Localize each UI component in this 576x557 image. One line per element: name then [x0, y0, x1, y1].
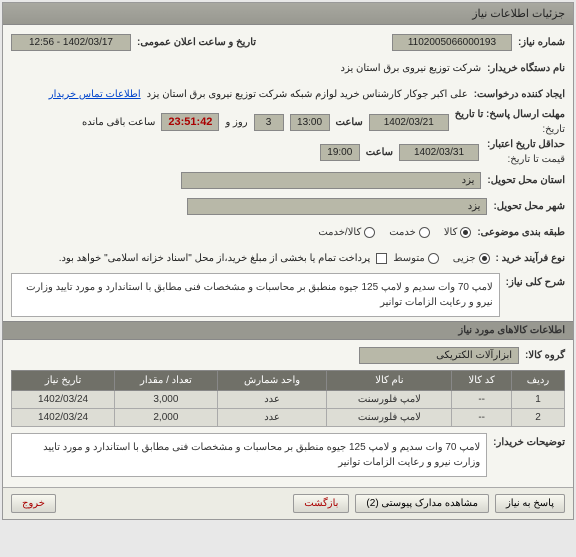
deliver-city-label: شهر محل تحویل: [493, 201, 565, 212]
table-cell: عدد [217, 409, 327, 427]
table-cell: 1 [511, 391, 564, 409]
table-header-row: ردیفکد کالانام کالاواحد شمارشتعداد / مقد… [12, 371, 565, 391]
content-area: شماره نیاز: 1102005066000193 تاریخ و ساع… [3, 25, 573, 487]
payment-checkbox[interactable] [376, 253, 387, 264]
radio-label: متوسط [393, 253, 424, 264]
row-process: نوع فرآیند خرید : جزیی متوسط پرداخت تمام … [11, 247, 565, 269]
deadline-time: 13:00 [290, 114, 330, 131]
deadline-sub-label: مهلت ارسال پاسخ: تا تاریخ [455, 109, 565, 120]
price-valid-top: حداقل تاریخ اعتبار: [485, 139, 565, 150]
table-cell: 1402/03/24 [12, 391, 115, 409]
footer-buttons: پاسخ به نیاز مشاهده مدارک پیوستی (2) باز… [3, 487, 573, 519]
row-deadline: مهلت ارسال پاسخ: تا تاریخ تاریخ: 1402/03… [11, 109, 565, 135]
price-valid-label: قیمت تا تاریخ: [485, 154, 565, 165]
summary-text: لامپ 70 وات سدیم و لامپ 125 جیوه منطبق ب… [11, 273, 500, 317]
creator-label: ایجاد کننده درخواست: [474, 89, 565, 100]
buyer-org-value: شرکت توزیع نیروی برق استان یزد [340, 63, 481, 74]
need-details-window: جزئیات اطلاعات نیاز شماره نیاز: 11020050… [2, 2, 574, 520]
row-need-number: شماره نیاز: 1102005066000193 تاریخ و ساع… [11, 31, 565, 53]
table-cell: 2,000 [115, 409, 217, 427]
table-cell: لامپ فلورسنت [327, 391, 452, 409]
deliver-province-label: استان محل تحویل: [487, 175, 565, 186]
process-option-0[interactable]: جزیی [453, 253, 490, 264]
need-number-label: شماره نیاز: [518, 37, 565, 48]
need-kind-label: طبقه بندی موضوعی: [477, 227, 565, 238]
table-row[interactable]: 1--لامپ فلورسنتعدد3,0001402/03/24 [12, 391, 565, 409]
summary-label: شرح کلی نیاز: [506, 273, 565, 288]
table-cell: 3,000 [115, 391, 217, 409]
group-value: ابزارآلات الکتریکی [359, 347, 519, 364]
row-need-kind: طبقه بندی موضوعی: کالا خدمت کالا/خدمت [11, 221, 565, 243]
items-section-header: اطلاعات کالاهای مورد نیاز [3, 321, 573, 340]
days-value: 3 [254, 114, 284, 131]
need-kind-option-1[interactable]: خدمت [389, 227, 430, 238]
need-kind-option-0[interactable]: کالا [444, 227, 472, 238]
deliver-province: یزد [181, 172, 481, 189]
row-creator: ایجاد کننده درخواست: علی اکبر جوکار کارش… [11, 83, 565, 105]
payment-note: پرداخت تمام یا بخشی از مبلغ خرید،از محل … [59, 253, 371, 264]
table-cell: 1402/03/24 [12, 409, 115, 427]
table-cell: عدد [217, 391, 327, 409]
table-cell: -- [452, 391, 512, 409]
radio-dot-icon [479, 253, 490, 264]
radio-dot-icon [419, 227, 430, 238]
remain-label: ساعت باقی مانده [82, 117, 155, 128]
table-header-cell: واحد شمارش [217, 371, 327, 391]
table-row[interactable]: 2--لامپ فلورسنتعدد2,0001402/03/24 [12, 409, 565, 427]
need-number-value: 1102005066000193 [392, 34, 512, 51]
back-button[interactable]: بازگشت [293, 494, 349, 513]
price-valid-date: 1402/03/31 [399, 144, 479, 161]
table-header-cell: تعداد / مقدار [115, 371, 217, 391]
exit-button[interactable]: خروج [11, 494, 56, 513]
radio-label: جزیی [453, 253, 476, 264]
need-kind-option-2[interactable]: کالا/خدمت [318, 227, 375, 238]
row-deliver-province: استان محل تحویل: یزد [11, 169, 565, 191]
radio-dot-icon [428, 253, 439, 264]
buyer-desc-label: توضیحات خریدار: [493, 433, 565, 448]
row-group: گروه کالا: ابزارآلات الکتریکی [11, 344, 565, 366]
table-header-cell: ردیف [511, 371, 564, 391]
row-price-validity: حداقل تاریخ اعتبار: قیمت تا تاریخ: 1402/… [11, 139, 565, 165]
row-summary: شرح کلی نیاز: لامپ 70 وات سدیم و لامپ 12… [11, 273, 565, 317]
reply-button[interactable]: پاسخ به نیاز [495, 494, 565, 513]
radio-label: خدمت [389, 227, 416, 238]
price-valid-time: 19:00 [320, 144, 360, 161]
countdown-value: 23:51:42 [161, 113, 219, 131]
row-deliver-city: شهر محل تحویل: یزد [11, 195, 565, 217]
radio-label: کالا [444, 227, 458, 238]
announce-value: 1402/03/17 - 12:56 [11, 34, 131, 51]
table-cell: 2 [511, 409, 564, 427]
announce-label: تاریخ و ساعت اعلان عمومی: [137, 37, 256, 48]
table-header-cell: تاریخ نیاز [12, 371, 115, 391]
table-header-cell: نام کالا [327, 371, 452, 391]
deadline-time-label: ساعت [336, 117, 363, 128]
contact-info-link[interactable]: اطلاعات تماس خریدار [49, 89, 141, 100]
row-buyer-org: نام دستگاه خریدار: شرکت توزیع نیروی برق … [11, 57, 565, 79]
radio-label: کالا/خدمت [318, 227, 361, 238]
attachments-button[interactable]: مشاهده مدارک پیوستی (2) [355, 494, 489, 513]
deadline-tarikh-label: تاریخ: [455, 124, 565, 135]
window-title: جزئیات اطلاعات نیاز [3, 3, 573, 25]
price-valid-time-label: ساعت [366, 147, 393, 158]
need-kind-radios: کالا خدمت کالا/خدمت [318, 227, 471, 238]
table-cell: -- [452, 409, 512, 427]
days-label: روز و [225, 117, 247, 128]
process-label: نوع فرآیند خرید : [496, 253, 565, 264]
buyer-org-label: نام دستگاه خریدار: [487, 63, 565, 74]
radio-dot-icon [460, 227, 471, 238]
group-label: گروه کالا: [525, 350, 565, 361]
items-table: ردیفکد کالانام کالاواحد شمارشتعداد / مقد… [11, 370, 565, 427]
process-option-1[interactable]: متوسط [393, 253, 438, 264]
buyer-desc-text: لامپ 70 وات سدیم و لامپ 125 جیوه منطبق ب… [11, 433, 487, 477]
process-radios: جزیی متوسط [393, 253, 489, 264]
deliver-city: یزد [187, 198, 487, 215]
row-buyer-desc: توضیحات خریدار: لامپ 70 وات سدیم و لامپ … [11, 433, 565, 477]
table-cell: لامپ فلورسنت [327, 409, 452, 427]
deadline-date: 1402/03/21 [369, 114, 449, 131]
creator-value: علی اکبر جوکار کارشناس خرید لوازم شبکه ش… [147, 89, 468, 100]
radio-dot-icon [364, 227, 375, 238]
table-header-cell: کد کالا [452, 371, 512, 391]
